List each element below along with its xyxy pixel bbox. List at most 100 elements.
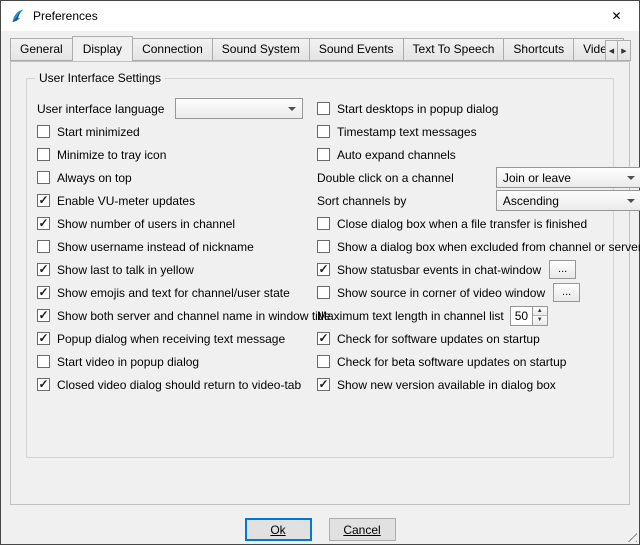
checkbox-start-minimized[interactable]: Start minimized — [37, 120, 303, 143]
sort-channels-row: Sort channels by Ascending — [317, 189, 640, 212]
checkbox[interactable] — [37, 240, 50, 253]
close-button[interactable]: ✕ — [594, 1, 639, 31]
ok-button[interactable]: Ok — [245, 518, 312, 541]
checkbox-desktops-popup[interactable]: Start desktops in popup dialog — [317, 97, 640, 120]
language-combobox[interactable] — [175, 98, 303, 119]
right-column: Start desktops in popup dialog Timestamp… — [303, 97, 640, 396]
checkbox[interactable] — [317, 240, 330, 253]
app-icon — [10, 8, 26, 24]
double-click-row: Double click on a channel Join or leave — [317, 166, 640, 189]
tab-shortcuts[interactable]: Shortcuts — [503, 38, 574, 61]
checkbox-video-popup[interactable]: Start video in popup dialog — [37, 350, 303, 373]
checkbox-new-version-dialog[interactable]: Show new version available in dialog box — [317, 373, 640, 396]
cancel-button-label: Cancel — [343, 523, 380, 537]
checkbox-check-updates[interactable]: Check for software updates on startup — [317, 327, 640, 350]
checkbox-label: Show last to talk in yellow — [57, 263, 194, 277]
spinner-buttons: ▲ ▼ — [533, 306, 548, 326]
checkbox-timestamp-messages[interactable]: Timestamp text messages — [317, 120, 640, 143]
video-source-options-button[interactable]: ... — [553, 283, 580, 302]
dialog-footer: Ok Cancel — [1, 518, 639, 541]
checkbox-server-channel-title[interactable]: Show both server and channel name in win… — [37, 304, 303, 327]
checkbox-emojis-text[interactable]: Show emojis and text for channel/user st… — [37, 281, 303, 304]
checkbox-label: Popup dialog when receiving text message — [57, 332, 285, 346]
double-click-value: Join or leave — [503, 171, 571, 185]
preferences-dialog: { "window": { "title": "Preferences", "c… — [0, 0, 640, 545]
tab-page-display: User Interface Settings User interface l… — [10, 61, 630, 505]
checkbox[interactable] — [37, 125, 50, 138]
tab-connection[interactable]: Connection — [132, 38, 213, 61]
checkbox-label: Show number of users in channel — [57, 217, 235, 231]
checkbox[interactable] — [317, 378, 330, 391]
checkbox-show-user-count[interactable]: Show number of users in channel — [37, 212, 303, 235]
checkbox-label: Auto expand channels — [337, 148, 456, 162]
language-row: User interface language — [37, 97, 303, 120]
checkbox-username-instead-nickname[interactable]: Show username instead of nickname — [37, 235, 303, 258]
checkbox-excluded-dialog[interactable]: Show a dialog box when excluded from cha… — [317, 235, 640, 258]
checkbox-check-beta-updates[interactable]: Check for beta software updates on start… — [317, 350, 640, 373]
sort-channels-combobox[interactable]: Ascending — [496, 190, 640, 211]
checkbox-statusbar-events[interactable]: Show statusbar events in chat-window ... — [317, 258, 640, 281]
tab-scrollers: ◀ ▶ — [605, 40, 631, 61]
checkbox-label: Closed video dialog should return to vid… — [57, 378, 301, 392]
checkbox[interactable] — [317, 148, 330, 161]
spinner-up-icon[interactable]: ▲ — [533, 307, 547, 316]
spinner-down-icon[interactable]: ▼ — [533, 315, 547, 325]
tab-scroll-right-icon[interactable]: ▶ — [618, 40, 631, 61]
checkbox[interactable] — [37, 378, 50, 391]
checkbox-vu-meter[interactable]: Enable VU-meter updates — [37, 189, 303, 212]
checkbox[interactable] — [317, 263, 330, 276]
checkbox-video-source-corner[interactable]: Show source in corner of video window ..… — [317, 281, 640, 304]
checkbox-minimize-to-tray[interactable]: Minimize to tray icon — [37, 143, 303, 166]
checkbox[interactable] — [37, 309, 50, 322]
tab-sound-events[interactable]: Sound Events — [309, 38, 404, 61]
tab-general[interactable]: General — [10, 38, 73, 61]
statusbar-events-options-button[interactable]: ... — [549, 260, 576, 279]
checkbox-last-to-talk[interactable]: Show last to talk in yellow — [37, 258, 303, 281]
checkbox-label: Check for beta software updates on start… — [337, 355, 566, 369]
checkbox[interactable] — [317, 332, 330, 345]
tab-scroll-left-icon[interactable]: ◀ — [605, 40, 618, 61]
checkbox-label: Start video in popup dialog — [57, 355, 199, 369]
checkbox-label: Show new version available in dialog box — [337, 378, 556, 392]
checkbox[interactable] — [317, 125, 330, 138]
checkbox[interactable] — [37, 217, 50, 230]
checkbox[interactable] — [37, 332, 50, 345]
checkbox-label: Start minimized — [57, 125, 140, 139]
language-label: User interface language — [37, 102, 164, 116]
checkbox-auto-expand-channels[interactable]: Auto expand channels — [317, 143, 640, 166]
checkbox-label: Start desktops in popup dialog — [337, 102, 498, 116]
checkbox[interactable] — [317, 355, 330, 368]
checkbox-closed-video-return[interactable]: Closed video dialog should return to vid… — [37, 373, 303, 396]
checkbox[interactable] — [37, 355, 50, 368]
checkbox[interactable] — [37, 171, 50, 184]
max-text-length-row: Maximum text length in channel list 50 ▲… — [317, 304, 640, 327]
checkbox[interactable] — [317, 286, 330, 299]
tab-display[interactable]: Display — [72, 36, 133, 61]
max-text-length-value[interactable]: 50 — [510, 306, 533, 326]
checkbox-close-on-transfer[interactable]: Close dialog box when a file transfer is… — [317, 212, 640, 235]
checkbox[interactable] — [317, 217, 330, 230]
double-click-combobox[interactable]: Join or leave — [496, 167, 640, 188]
checkbox-label: Show both server and channel name in win… — [57, 309, 331, 323]
max-text-length-label: Maximum text length in channel list — [317, 309, 504, 323]
tab-text-to-speech[interactable]: Text To Speech — [403, 38, 505, 61]
sort-channels-value: Ascending — [503, 194, 559, 208]
checkbox-label: Show statusbar events in chat-window — [337, 263, 541, 277]
checkbox-label: Close dialog box when a file transfer is… — [337, 217, 587, 231]
tab-bar: General Display Connection Sound System … — [1, 31, 639, 61]
title-bar: Preferences ✕ — [1, 1, 639, 31]
group-title: User Interface Settings — [35, 71, 165, 85]
checkbox[interactable] — [37, 194, 50, 207]
cancel-button[interactable]: Cancel — [329, 518, 396, 541]
checkbox-always-on-top[interactable]: Always on top — [37, 166, 303, 189]
checkbox-label: Check for software updates on startup — [337, 332, 540, 346]
checkbox-label: Show emojis and text for channel/user st… — [57, 286, 290, 300]
checkbox-popup-text-message[interactable]: Popup dialog when receiving text message — [37, 327, 303, 350]
checkbox[interactable] — [37, 148, 50, 161]
tab-sound-system[interactable]: Sound System — [212, 38, 310, 61]
checkbox[interactable] — [37, 263, 50, 276]
max-text-length-spinner[interactable]: 50 ▲ ▼ — [510, 306, 548, 326]
window-title: Preferences — [33, 9, 98, 23]
checkbox[interactable] — [37, 286, 50, 299]
checkbox[interactable] — [317, 102, 330, 115]
